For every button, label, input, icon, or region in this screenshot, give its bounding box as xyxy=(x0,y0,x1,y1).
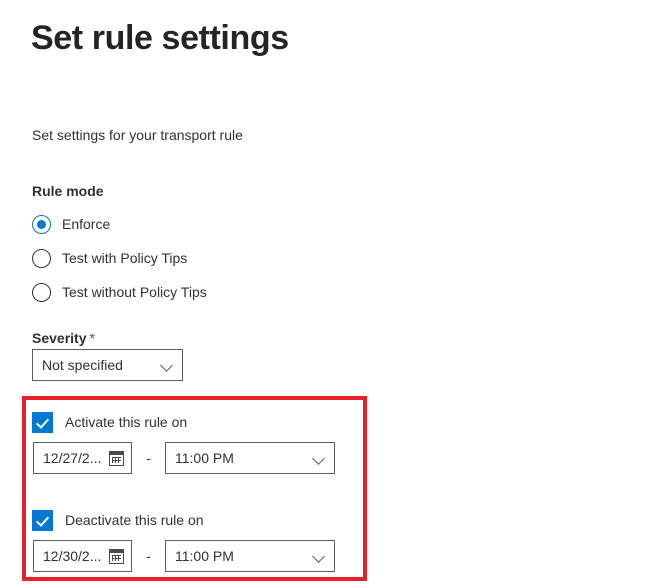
deactivate-rule-checkbox-row[interactable]: Deactivate this rule on xyxy=(32,509,204,531)
severity-dropdown[interactable]: Not specified xyxy=(32,349,183,381)
deactivate-range-separator: - xyxy=(146,548,151,564)
chevron-down-icon[interactable] xyxy=(161,359,173,371)
activate-time-dropdown[interactable]: 11:00 PM xyxy=(165,442,335,474)
deactivate-rule-checkbox-label: Deactivate this rule on xyxy=(65,512,204,528)
chevron-down-icon[interactable] xyxy=(313,452,325,464)
radio-label-test-with-policy-tips: Test with Policy Tips xyxy=(62,250,188,266)
calendar-icon[interactable] xyxy=(109,548,124,564)
deactivate-time-value: 11:00 PM xyxy=(175,548,234,564)
severity-selected-value: Not specified xyxy=(42,357,123,373)
severity-label: Severity * xyxy=(32,328,95,348)
radio-button-icon-enforce[interactable] xyxy=(32,214,51,234)
checkbox-checked-icon-activate[interactable] xyxy=(32,411,53,433)
activate-time-value: 11:00 PM xyxy=(175,450,234,466)
page-subtitle: Set settings for your transport rule xyxy=(32,127,243,143)
calendar-icon[interactable] xyxy=(109,450,124,466)
activate-datetime-row: 12/27/2... - 11:00 PM xyxy=(33,442,335,474)
rule-mode-label: Rule mode xyxy=(32,183,104,199)
activate-range-separator: - xyxy=(146,450,151,466)
activate-rule-checkbox-label: Activate this rule on xyxy=(65,414,188,430)
checkbox-checked-icon-deactivate[interactable] xyxy=(32,509,53,531)
activate-date-input[interactable]: 12/27/2... xyxy=(33,442,132,474)
deactivate-time-dropdown[interactable]: 11:00 PM xyxy=(165,540,335,572)
radio-option-test-with-policy-tips[interactable]: Test with Policy Tips xyxy=(32,247,187,269)
page-title: Set rule settings xyxy=(31,19,289,57)
required-asterisk: * xyxy=(89,330,95,346)
chevron-down-icon[interactable] xyxy=(313,550,325,562)
radio-label-enforce: Enforce xyxy=(62,216,111,232)
radio-label-test-without-policy-tips: Test without Policy Tips xyxy=(62,284,207,300)
deactivate-datetime-row: 12/30/2... - 11:00 PM xyxy=(33,540,335,572)
deactivate-date-value: 12/30/2... xyxy=(43,548,102,564)
radio-option-enforce[interactable]: Enforce xyxy=(32,213,110,235)
severity-label-text: Severity xyxy=(32,330,87,346)
activate-rule-checkbox-row[interactable]: Activate this rule on xyxy=(32,411,187,433)
radio-option-test-without-policy-tips[interactable]: Test without Policy Tips xyxy=(32,281,207,303)
radio-button-icon-test-without-policy-tips[interactable] xyxy=(32,282,51,302)
radio-button-icon-test-with-policy-tips[interactable] xyxy=(32,248,51,268)
activate-date-value: 12/27/2... xyxy=(43,450,102,466)
deactivate-date-input[interactable]: 12/30/2... xyxy=(33,540,132,572)
